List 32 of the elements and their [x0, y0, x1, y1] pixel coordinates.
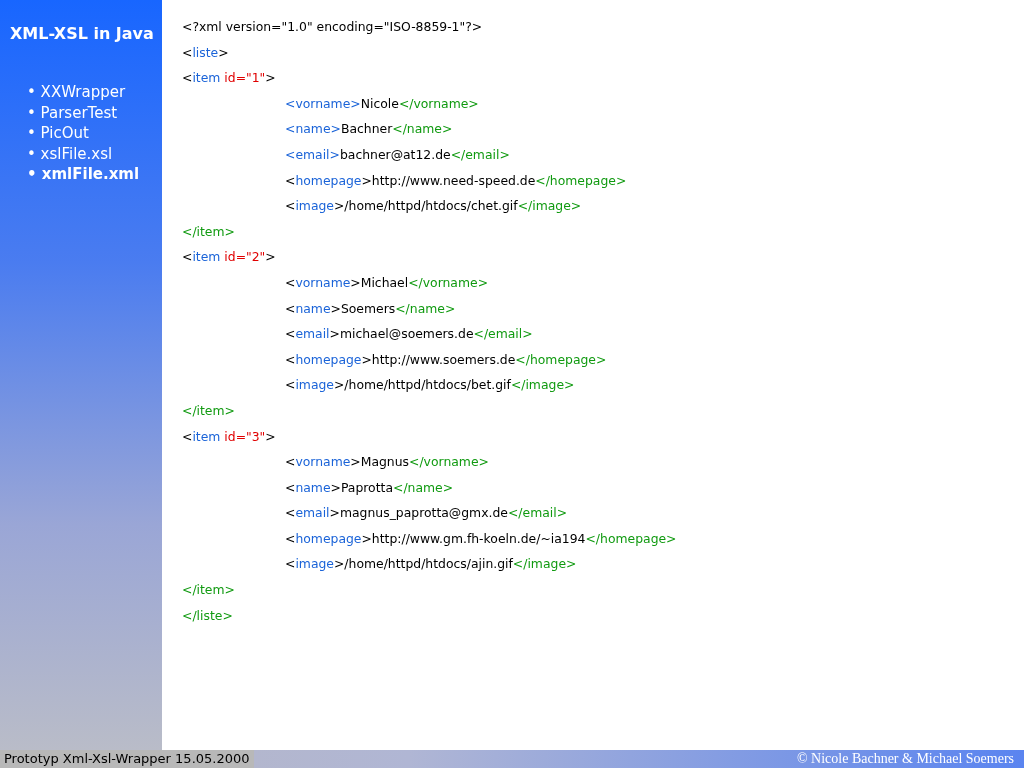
code-line: <vorname>Nicole</vorname> [285, 94, 479, 113]
code-line: </item> [182, 401, 235, 420]
code-line: <item id="2"> [182, 248, 276, 267]
sidebar-item[interactable]: • PicOut [10, 123, 162, 144]
code-line: <email>bachner@at12.de</email> [285, 145, 510, 164]
code-line: <homepage>http://www.soemers.de</homepage> [285, 350, 607, 369]
code-line: <vorname>Magnus</vorname> [285, 453, 489, 472]
code-line: <liste> [182, 43, 229, 62]
code-line: <item id="3"> [182, 427, 276, 446]
code-line: </liste> [182, 606, 233, 625]
footer-text: Prototyp Xml-Xsl-Wrapper 15.05.2000 [0, 750, 254, 768]
code-line: <homepage>http://www.gm.fh-koeln.de/~ia194</homepage> [285, 529, 677, 548]
code-line: </item> [182, 581, 235, 600]
sidebar-item[interactable]: • xslFile.xsl [10, 143, 162, 164]
code-line: <image>/home/httpd/htdocs/ajin.gif</image> [285, 555, 577, 574]
code-line: <name>Paprotta</name> [285, 478, 454, 497]
copyright-text: © Nicole Bachner & Michael Soemers [796, 750, 1015, 768]
code-line: <name>Soemers</name> [285, 299, 456, 318]
code-line: <vorname>Michael</vorname> [285, 273, 489, 292]
sidebar-item[interactable]: • ParserTest [10, 102, 162, 123]
code-line: <?xml version="1.0" encoding="ISO-8859-1"?> [182, 18, 483, 36]
code-line: <image>/home/httpd/htdocs/bet.gif</image> [285, 376, 575, 395]
sidebar-item[interactable]: • xmlFile.xml [10, 164, 162, 185]
code-line: <item id="1"> [182, 69, 276, 88]
code-line: <homepage>http://www.need-speed.de</homepage> [285, 171, 627, 190]
code-line: <email>michael@soemers.de</email> [285, 325, 533, 344]
sidebar-item[interactable]: • XXWrapper [10, 82, 162, 103]
code-line: </item> [182, 222, 235, 241]
code-line: <email>magnus_paprotta@gmx.de</email> [285, 504, 568, 523]
code-line: <image>/home/httpd/htdocs/chet.gif</image> [285, 197, 582, 216]
sidebar-title: XML-XSL in Java [10, 23, 155, 45]
code-line: <name>Bachner</name> [285, 120, 453, 139]
